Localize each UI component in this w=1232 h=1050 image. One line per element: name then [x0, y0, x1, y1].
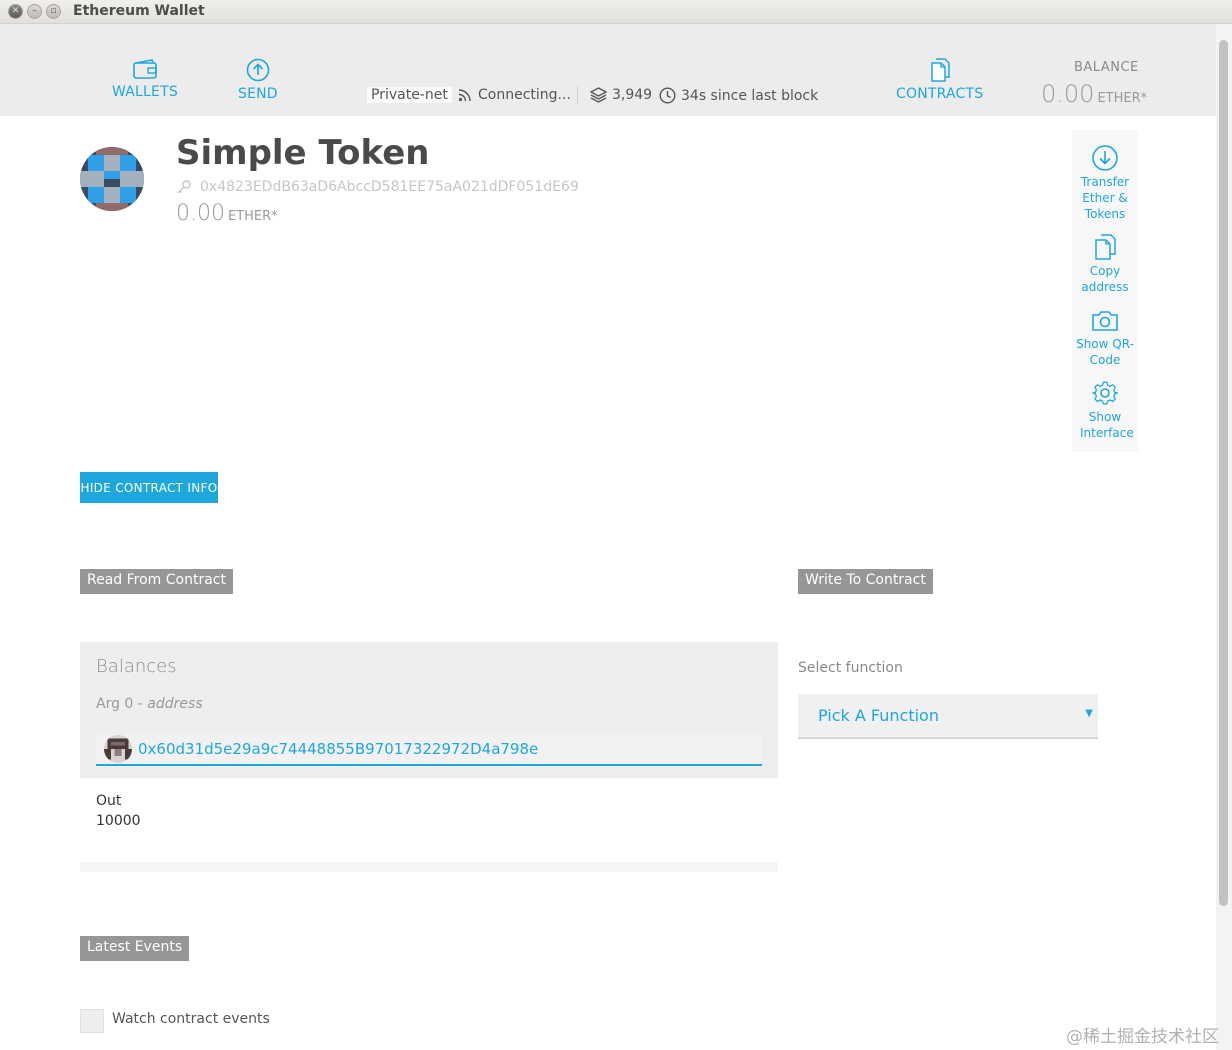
function-select-value: Pick A Function [818, 706, 939, 725]
nav-contracts[interactable]: CONTRACTS [896, 58, 983, 102]
function-name: Balances [96, 656, 177, 677]
copy-icon [1095, 234, 1116, 260]
download-circle-icon [1092, 145, 1118, 171]
contract-address-row: 0x4823EDdB63aD6AbccD581EE75aA021dDF051dE… [176, 179, 579, 195]
address-input[interactable] [138, 736, 738, 762]
caret-down-icon: ▼ [1085, 708, 1093, 719]
send-arrow-icon [246, 58, 270, 82]
contracts-icon [930, 58, 950, 82]
watch-events-label[interactable]: Watch contract events [112, 1011, 270, 1027]
connection-status-label: Connecting... [478, 87, 571, 103]
watch-events-checkbox[interactable] [80, 1009, 104, 1033]
write-to-contract-heading: Write To Contract [798, 569, 933, 594]
copy-address-button[interactable]: Copy address [1072, 233, 1138, 295]
argument-index: Arg 0 [96, 696, 134, 712]
address-input-field[interactable] [96, 734, 762, 766]
total-balance: 0.00 ETHER* [1041, 80, 1147, 108]
total-balance-label: BALANCE [1074, 60, 1139, 75]
gear-icon [1092, 381, 1118, 405]
network-status: Private-net [367, 87, 452, 103]
block-number-status: 3,949 [590, 87, 652, 103]
window-titlebar: ✕ – ▫ Ethereum Wallet [0, 0, 1232, 24]
contract-balance-unit: ETHER* [227, 209, 278, 224]
status-divider [577, 86, 578, 104]
clock-icon [659, 87, 676, 104]
argument-label: Arg 0 - address [96, 696, 203, 712]
contract-balance-value: 0.00 [176, 201, 225, 226]
key-icon [177, 180, 191, 194]
output-label: Out [96, 793, 122, 809]
transfer-label: Transfer Ether & Tokens [1080, 175, 1130, 221]
hide-contract-info-button[interactable]: HIDE CONTRACT INFO [80, 472, 218, 503]
nav-send[interactable]: SEND [238, 58, 278, 102]
last-block-status: 34s since last block [659, 87, 818, 104]
function-select[interactable]: Pick A Function ▼ [798, 694, 1098, 739]
close-window-button[interactable]: ✕ [8, 4, 23, 19]
contract-actions-panel: Transfer Ether & Tokens Copy address Sho… [1072, 130, 1138, 452]
watermark: @稀土掘金技术社区 [1066, 1027, 1219, 1047]
copy-address-label: Copy address [1081, 264, 1129, 294]
scrollbar-thumb[interactable] [1219, 40, 1228, 906]
last-block-label: 34s since last block [681, 87, 819, 104]
show-interface-button[interactable]: Show Interface [1072, 379, 1138, 441]
read-panel-divider [80, 862, 778, 872]
nav-wallets[interactable]: WALLETS [112, 58, 178, 100]
peers-signal-icon [458, 89, 471, 102]
contract-balance: 0.00 ETHER* [176, 201, 278, 226]
select-function-label: Select function [798, 660, 903, 676]
output-value: 10000 [96, 813, 141, 829]
show-interface-label: Show Interface [1080, 410, 1134, 440]
contract-identicon [80, 147, 144, 211]
nav-contracts-label: CONTRACTS [896, 86, 984, 102]
contract-address[interactable]: 0x4823EDdB63aD6AbccD581EE75aA021dDF051dE… [200, 179, 579, 195]
maximize-window-button[interactable]: ▫ [46, 4, 61, 19]
minimize-window-button[interactable]: – [27, 4, 42, 19]
contract-name: Simple Token [176, 133, 430, 173]
transfer-ether-tokens-button[interactable]: Transfer Ether & Tokens [1072, 144, 1138, 222]
nav-send-label: SEND [238, 86, 278, 102]
wallet-icon [133, 59, 157, 79]
address-identicon [104, 735, 132, 763]
window-title: Ethereum Wallet [73, 3, 205, 19]
latest-events-heading: Latest Events [80, 936, 190, 961]
show-qr-label: Show QR-Code [1076, 337, 1134, 367]
connection-status: Connecting... [458, 87, 571, 103]
read-from-contract-heading: Read From Contract [80, 569, 233, 594]
total-balance-unit: ETHER* [1097, 91, 1148, 106]
argument-type: address [147, 696, 203, 712]
layers-icon [590, 87, 607, 103]
read-function-panel: Balances Arg 0 - address [80, 642, 778, 778]
nav-wallets-label: WALLETS [112, 84, 178, 100]
show-qr-code-button[interactable]: Show QR-Code [1072, 308, 1138, 368]
camera-icon [1092, 311, 1118, 331]
total-balance-value: 0.00 [1041, 80, 1095, 108]
app-header: WALLETS SEND Private-net Connecting... 3… [0, 24, 1216, 116]
block-number-label: 3,949 [612, 87, 653, 103]
